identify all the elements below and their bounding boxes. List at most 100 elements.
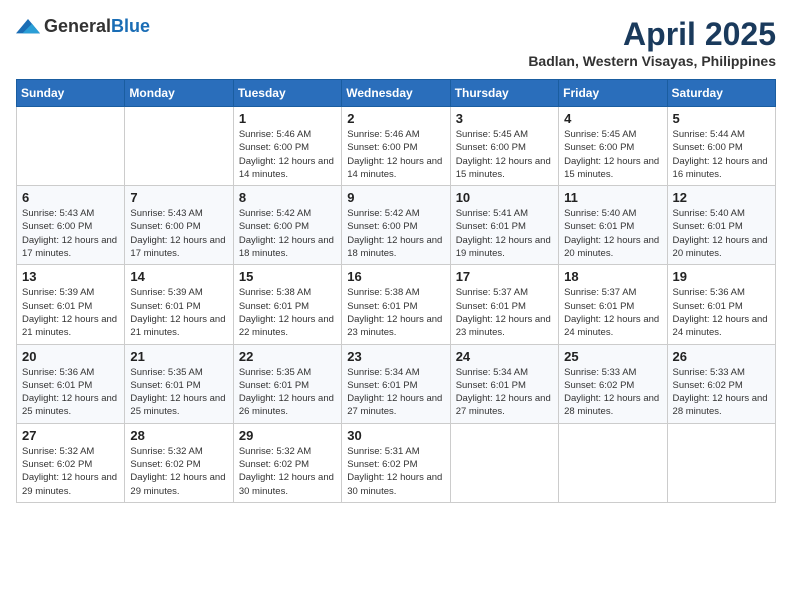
calendar-cell [125,107,233,186]
day-info: Sunrise: 5:38 AMSunset: 6:01 PMDaylight:… [239,286,336,339]
day-info: Sunrise: 5:39 AMSunset: 6:01 PMDaylight:… [22,286,119,339]
calendar-cell: 26Sunrise: 5:33 AMSunset: 6:02 PMDayligh… [667,344,775,423]
calendar-cell: 21 Sunrise: 5:35 AMSunset: 6:01 PMDayligh… [125,344,233,423]
day-number: 11 [564,190,661,205]
page-header: GeneralBlue April 2025 Badlan, Western V… [16,16,776,69]
calendar-week-4: 20Sunrise: 5:36 AMSunset: 6:01 PMDayligh… [17,344,776,423]
day-number: 7 [130,190,227,205]
calendar-cell: 9Sunrise: 5:42 AMSunset: 6:00 PMDaylight… [342,186,450,265]
calendar-title: April 2025 [528,16,776,53]
logo: GeneralBlue [16,16,150,37]
day-info: Sunrise: 5:45 AMSunset: 6:00 PMDaylight:… [456,128,553,181]
calendar-cell: 1Sunrise: 5:46 AMSunset: 6:00 PMDaylight… [233,107,341,186]
day-info: Sunrise: 5:43 AMSunset: 6:00 PMDaylight:… [130,207,227,260]
weekday-header-monday: Monday [125,80,233,107]
day-info: Sunrise: 5:38 AMSunset: 6:01 PMDaylight:… [347,286,444,339]
calendar-cell: 18 Sunrise: 5:37 AMSunset: 6:01 PMDayligh… [559,265,667,344]
day-info: Sunrise: 5:34 AMSunset: 6:01 PMDaylight:… [456,366,553,419]
calendar-cell: 10 Sunrise: 5:41 AMSunset: 6:01 PMDayligh… [450,186,558,265]
day-number: 10 [456,190,553,205]
day-number: 21 [130,349,227,364]
calendar-cell: 25 Sunrise: 5:33 AMSunset: 6:02 PMDayligh… [559,344,667,423]
calendar-cell: 24 Sunrise: 5:34 AMSunset: 6:01 PMDayligh… [450,344,558,423]
day-info: Sunrise: 5:46 AMSunset: 6:00 PMDaylight:… [239,128,336,181]
day-number: 30 [347,428,444,443]
calendar-cell: 13 Sunrise: 5:39 AMSunset: 6:01 PMDayligh… [17,265,125,344]
day-number: 28 [130,428,227,443]
day-info: Sunrise: 5:37 AMSunset: 6:01 PMDaylight:… [564,286,661,339]
day-number: 29 [239,428,336,443]
calendar-cell: 7 Sunrise: 5:43 AMSunset: 6:00 PMDaylight… [125,186,233,265]
day-number: 13 [22,269,119,284]
day-number: 18 [564,269,661,284]
day-number: 22 [239,349,336,364]
day-number: 12 [673,190,770,205]
calendar-subtitle: Badlan, Western Visayas, Philippines [528,53,776,69]
calendar-cell: 23 Sunrise: 5:34 AMSunset: 6:01 PMDayligh… [342,344,450,423]
calendar-cell: 27Sunrise: 5:32 AMSunset: 6:02 PMDayligh… [17,423,125,502]
calendar-week-2: 6 Sunrise: 5:43 AMSunset: 6:00 PMDaylight… [17,186,776,265]
day-info: Sunrise: 5:40 AMSunset: 6:01 PMDaylight:… [564,207,661,260]
calendar-cell: 4 Sunrise: 5:45 AMSunset: 6:00 PMDaylight… [559,107,667,186]
day-info: Sunrise: 5:35 AMSunset: 6:01 PMDaylight:… [130,366,227,419]
day-number: 3 [456,111,553,126]
day-number: 2 [347,111,444,126]
day-info: Sunrise: 5:42 AMSunset: 6:00 PMDaylight:… [239,207,336,260]
calendar-cell: 15 Sunrise: 5:38 AMSunset: 6:01 PMDayligh… [233,265,341,344]
calendar-cell: 6Sunrise: 5:43 AMSunset: 6:00 PMDaylight… [17,186,125,265]
day-info: Sunrise: 5:45 AMSunset: 6:00 PMDaylight:… [564,128,661,181]
day-number: 27 [22,428,119,443]
day-info: Sunrise: 5:35 AMSunset: 6:01 PMDaylight:… [239,366,336,419]
day-info: Sunrise: 5:46 AMSunset: 6:00 PMDaylight:… [347,128,444,181]
day-info: Sunrise: 5:31 AMSunset: 6:02 PMDaylight:… [347,445,444,498]
calendar-week-5: 27 Sunrise: 5:32 AMSunset: 6:02 PMDayligh… [17,423,776,502]
day-number: 15 [239,269,336,284]
day-info: Sunrise: 5:39 AMSunset: 6:01 PMDaylight:… [130,286,227,339]
calendar-cell: 2 Sunrise: 5:46 AMSunset: 6:00 PMDaylight… [342,107,450,186]
logo-blue: Blue [111,16,150,36]
calendar-cell: 17Sunrise: 5:37 AMSunset: 6:01 PMDayligh… [450,265,558,344]
weekday-header-saturday: Saturday [667,80,775,107]
day-info: Sunrise: 5:36 AMSunset: 6:01 PMDaylight:… [673,286,770,339]
calendar-cell: 14Sunrise: 5:39 AMSunset: 6:01 PMDayligh… [125,265,233,344]
day-number: 23 [347,349,444,364]
day-number: 24 [456,349,553,364]
day-number: 8 [239,190,336,205]
calendar-cell: 11 Sunrise: 5:40 AMSunset: 6:01 PMDayligh… [559,186,667,265]
logo-icon [16,17,40,37]
calendar-cell: 5Sunrise: 5:44 AMSunset: 6:00 PMDaylight… [667,107,775,186]
day-number: 4 [564,111,661,126]
weekday-header-friday: Friday [559,80,667,107]
day-info: Sunrise: 5:41 AMSunset: 6:01 PMDaylight:… [456,207,553,260]
calendar-cell: 30 Sunrise: 5:31 AMSunset: 6:02 PMDayligh… [342,423,450,502]
weekday-header-tuesday: Tuesday [233,80,341,107]
calendar-cell: 19 Sunrise: 5:36 AMSunset: 6:01 PMDayligh… [667,265,775,344]
calendar-cell [17,107,125,186]
day-info: Sunrise: 5:33 AMSunset: 6:02 PMDaylight:… [564,366,661,419]
calendar-cell: 22 Sunrise: 5:35 AMSunset: 6:01 PMDayligh… [233,344,341,423]
weekday-header-row: SundayMondayTuesdayWednesdayThursdayFrid… [17,80,776,107]
calendar-cell: 29 Sunrise: 5:32 AMSunset: 6:02 PMDayligh… [233,423,341,502]
day-number: 25 [564,349,661,364]
calendar-cell: 8 Sunrise: 5:42 AMSunset: 6:00 PMDaylight… [233,186,341,265]
day-info: Sunrise: 5:34 AMSunset: 6:01 PMDaylight:… [347,366,444,419]
calendar-cell: 20Sunrise: 5:36 AMSunset: 6:01 PMDayligh… [17,344,125,423]
calendar-cell [667,423,775,502]
calendar-table: SundayMondayTuesdayWednesdayThursdayFrid… [16,79,776,503]
calendar-week-3: 13 Sunrise: 5:39 AMSunset: 6:01 PMDayligh… [17,265,776,344]
day-info: Sunrise: 5:36 AMSunset: 6:01 PMDaylight:… [22,366,119,419]
calendar-cell: 16 Sunrise: 5:38 AMSunset: 6:01 PMDayligh… [342,265,450,344]
weekday-header-wednesday: Wednesday [342,80,450,107]
day-number: 6 [22,190,119,205]
day-number: 9 [347,190,444,205]
weekday-header-thursday: Thursday [450,80,558,107]
day-number: 16 [347,269,444,284]
logo-general: General [44,16,111,36]
calendar-cell: 28Sunrise: 5:32 AMSunset: 6:02 PMDayligh… [125,423,233,502]
calendar-cell: 12 Sunrise: 5:40 AMSunset: 6:01 PMDayligh… [667,186,775,265]
day-info: Sunrise: 5:40 AMSunset: 6:01 PMDaylight:… [673,207,770,260]
day-info: Sunrise: 5:37 AMSunset: 6:01 PMDaylight:… [456,286,553,339]
day-number: 5 [673,111,770,126]
day-number: 19 [673,269,770,284]
day-info: Sunrise: 5:32 AMSunset: 6:02 PMDaylight:… [239,445,336,498]
